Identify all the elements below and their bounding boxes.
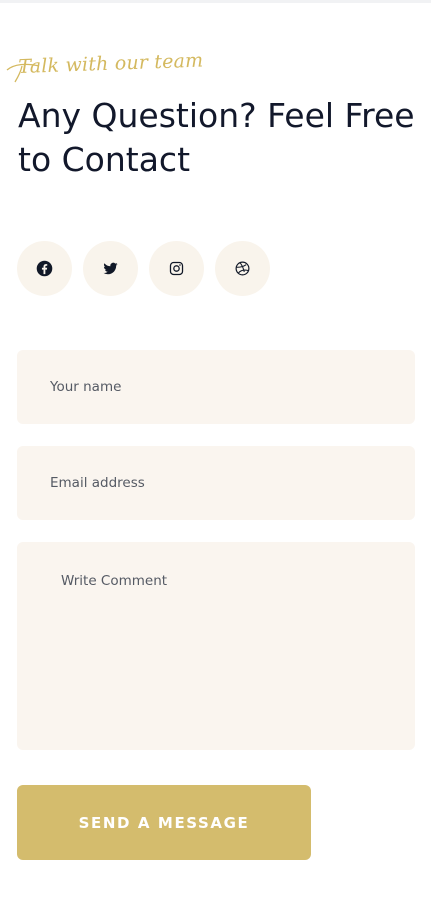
dribbble-icon — [235, 261, 250, 276]
comment-textarea[interactable] — [17, 542, 415, 750]
twitter-button[interactable] — [83, 241, 138, 296]
send-message-button[interactable]: SEND A MESSAGE — [17, 785, 311, 860]
instagram-button[interactable] — [149, 241, 204, 296]
social-links — [17, 241, 270, 296]
facebook-icon — [36, 260, 53, 277]
email-input[interactable] — [17, 446, 415, 520]
page-title: Any Question? Feel Free to Contact — [18, 96, 415, 179]
top-divider — [0, 0, 431, 3]
tagline: Talk with our team — [18, 49, 204, 78]
name-input[interactable] — [17, 350, 415, 424]
twitter-icon — [103, 262, 118, 275]
instagram-icon — [169, 261, 184, 276]
facebook-button[interactable] — [17, 241, 72, 296]
dribbble-button[interactable] — [215, 241, 270, 296]
